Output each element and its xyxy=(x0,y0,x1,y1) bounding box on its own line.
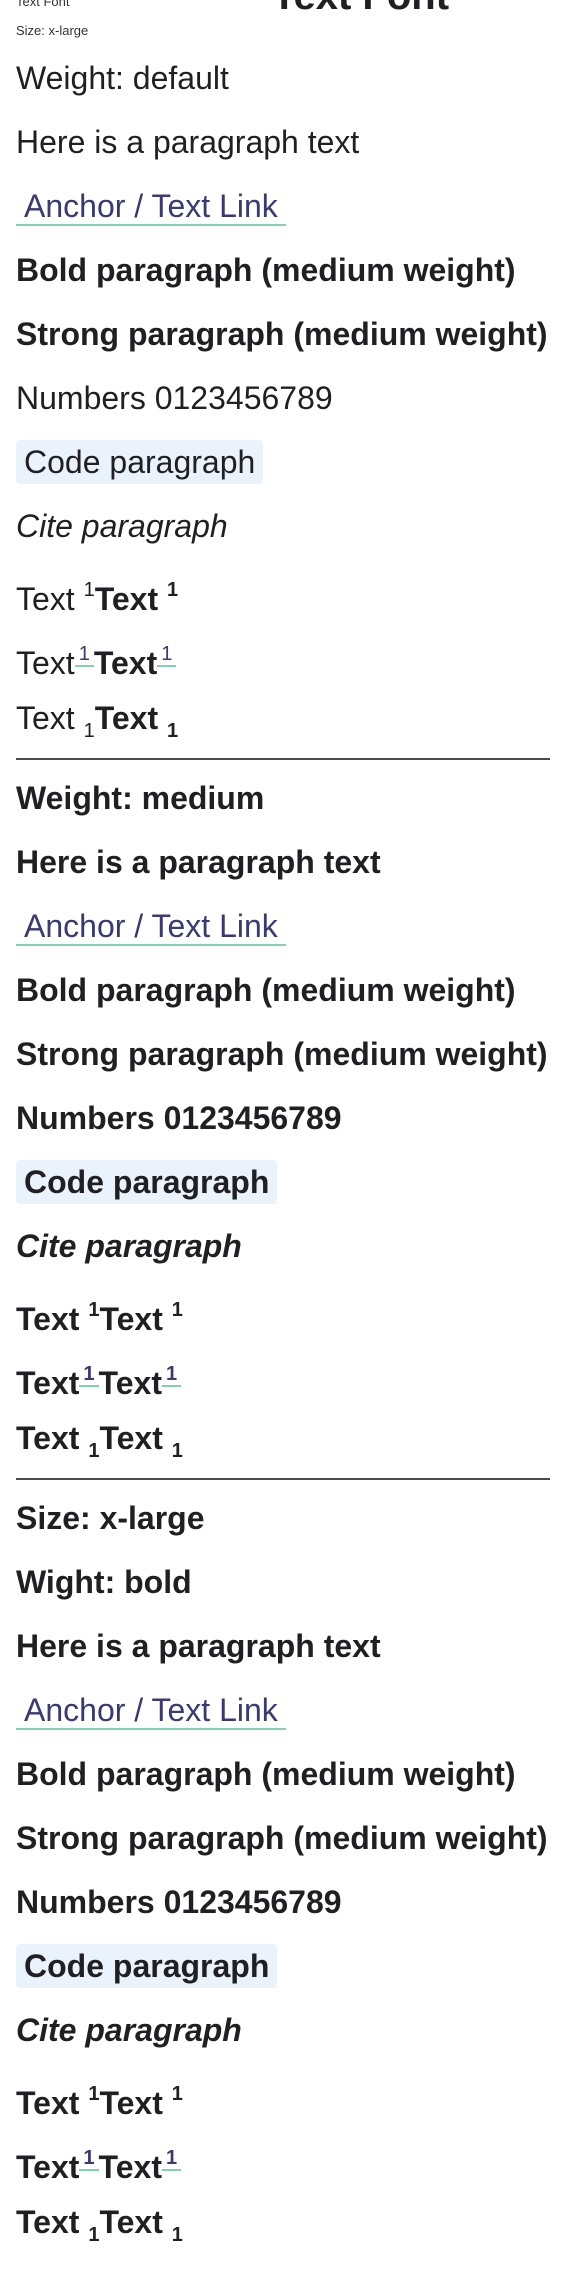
cite-paragraph: Cite paragraph xyxy=(16,508,228,544)
subscript-mark: 1 xyxy=(88,2224,100,2246)
text-strong: Text xyxy=(98,2149,162,2185)
bold-paragraph: Bold paragraph (medium weight) xyxy=(16,252,516,288)
subscript-row: Text 1Text 1 xyxy=(16,2202,183,2255)
text: Text xyxy=(16,581,75,617)
subscript-mark: 1 xyxy=(171,2224,183,2246)
text-strong: Text xyxy=(94,700,159,736)
paragraph-text: Here is a paragraph text xyxy=(16,1628,381,1664)
numbers-paragraph: Numbers 0123456789 xyxy=(16,1884,342,1920)
superscript-row: Text 1Text 1 xyxy=(16,2074,183,2123)
subscript-row: Text 1Text 1 xyxy=(16,698,178,751)
superscript-mark: 1 xyxy=(88,1299,100,1321)
anchor-row: Anchor / Text Link xyxy=(16,186,286,226)
header-title-small: Text Font xyxy=(16,0,70,9)
text: Text xyxy=(16,2204,80,2240)
superscript-mark: 1 xyxy=(88,2083,100,2105)
divider xyxy=(16,1478,550,1480)
footnote-link-row: Text 1 Text 1 xyxy=(16,1354,182,1403)
superscript-mark: 1 xyxy=(83,579,95,601)
subscript-mark: 1 xyxy=(88,1440,100,1462)
cite-paragraph: Cite paragraph xyxy=(16,1228,242,1264)
code-row: Code paragraph xyxy=(16,1944,278,1988)
size-label: Size: x-large xyxy=(16,23,89,38)
subscript-mark: 1 xyxy=(83,720,95,742)
weight-label: Weight: default xyxy=(16,60,229,96)
text-strong: Text xyxy=(99,1420,163,1456)
anchor-text-link[interactable]: Anchor / Text Link xyxy=(16,1692,286,1730)
text: Text xyxy=(16,1365,80,1401)
weight-label: Weight: medium xyxy=(16,780,265,816)
footnote-link[interactable]: 1 xyxy=(79,1363,99,1387)
weight-label: Wight: bold xyxy=(16,1564,192,1600)
text-strong: Text xyxy=(94,581,159,617)
footnote-link[interactable]: 1 xyxy=(74,643,94,667)
text: Text xyxy=(16,645,75,681)
text-strong: Text xyxy=(99,2085,163,2121)
anchor-text-link[interactable]: Anchor / Text Link xyxy=(16,908,286,946)
paragraph-text: Here is a paragraph text xyxy=(16,844,381,880)
numbers-paragraph: Numbers 0123456789 xyxy=(16,380,333,416)
strong-paragraph: Strong paragraph (medium weight) xyxy=(16,316,548,352)
text: Text xyxy=(16,1301,80,1337)
subscript-mark: 1 xyxy=(167,720,179,742)
text: Text xyxy=(16,1420,80,1456)
subscript-row: Text 1Text 1 xyxy=(16,1418,183,1471)
superscript-mark: 1 xyxy=(167,579,179,601)
bold-paragraph: Bold paragraph (medium weight) xyxy=(16,1756,516,1792)
strong-paragraph: Strong paragraph (medium weight) xyxy=(16,1036,548,1072)
anchor-text-link[interactable]: Anchor / Text Link xyxy=(16,188,286,226)
superscript-row: Text 1Text 1 xyxy=(16,570,178,619)
footnote-link-row: Text 1 Text 1 xyxy=(16,634,177,683)
footnote-link[interactable]: 1 xyxy=(157,643,177,667)
cite-paragraph: Cite paragraph xyxy=(16,2012,242,2048)
text-strong: Text xyxy=(99,2204,163,2240)
code-paragraph: Code paragraph xyxy=(16,440,264,484)
code-paragraph: Code paragraph xyxy=(16,1944,278,1988)
size-label: Size: x-large xyxy=(16,1500,205,1536)
text-strong: Text xyxy=(93,645,158,681)
text-strong: Text xyxy=(99,1301,163,1337)
text: Text xyxy=(16,2085,80,2121)
divider xyxy=(16,758,550,760)
code-paragraph: Code paragraph xyxy=(16,1160,278,1204)
strong-paragraph: Strong paragraph (medium weight) xyxy=(16,1820,548,1856)
header-title-large: Text Font xyxy=(272,0,449,19)
paragraph-text: Here is a paragraph text xyxy=(16,124,360,160)
superscript-mark: 1 xyxy=(171,1299,183,1321)
footnote-link[interactable]: 1 xyxy=(161,2147,182,2171)
bold-paragraph: Bold paragraph (medium weight) xyxy=(16,972,516,1008)
code-row: Code paragraph xyxy=(16,440,264,484)
footnote-link-row: Text 1 Text 1 xyxy=(16,2138,182,2187)
text: Text xyxy=(16,700,75,736)
footnote-link[interactable]: 1 xyxy=(161,1363,182,1387)
anchor-row: Anchor / Text Link xyxy=(16,1690,286,1730)
superscript-mark: 1 xyxy=(171,2083,183,2105)
subscript-mark: 1 xyxy=(171,1440,183,1462)
code-row: Code paragraph xyxy=(16,1160,278,1204)
numbers-paragraph: Numbers 0123456789 xyxy=(16,1100,342,1136)
text-strong: Text xyxy=(98,1365,162,1401)
superscript-row: Text 1Text 1 xyxy=(16,1290,183,1339)
anchor-row: Anchor / Text Link xyxy=(16,906,286,946)
footnote-link[interactable]: 1 xyxy=(79,2147,99,2171)
text: Text xyxy=(16,2149,80,2185)
